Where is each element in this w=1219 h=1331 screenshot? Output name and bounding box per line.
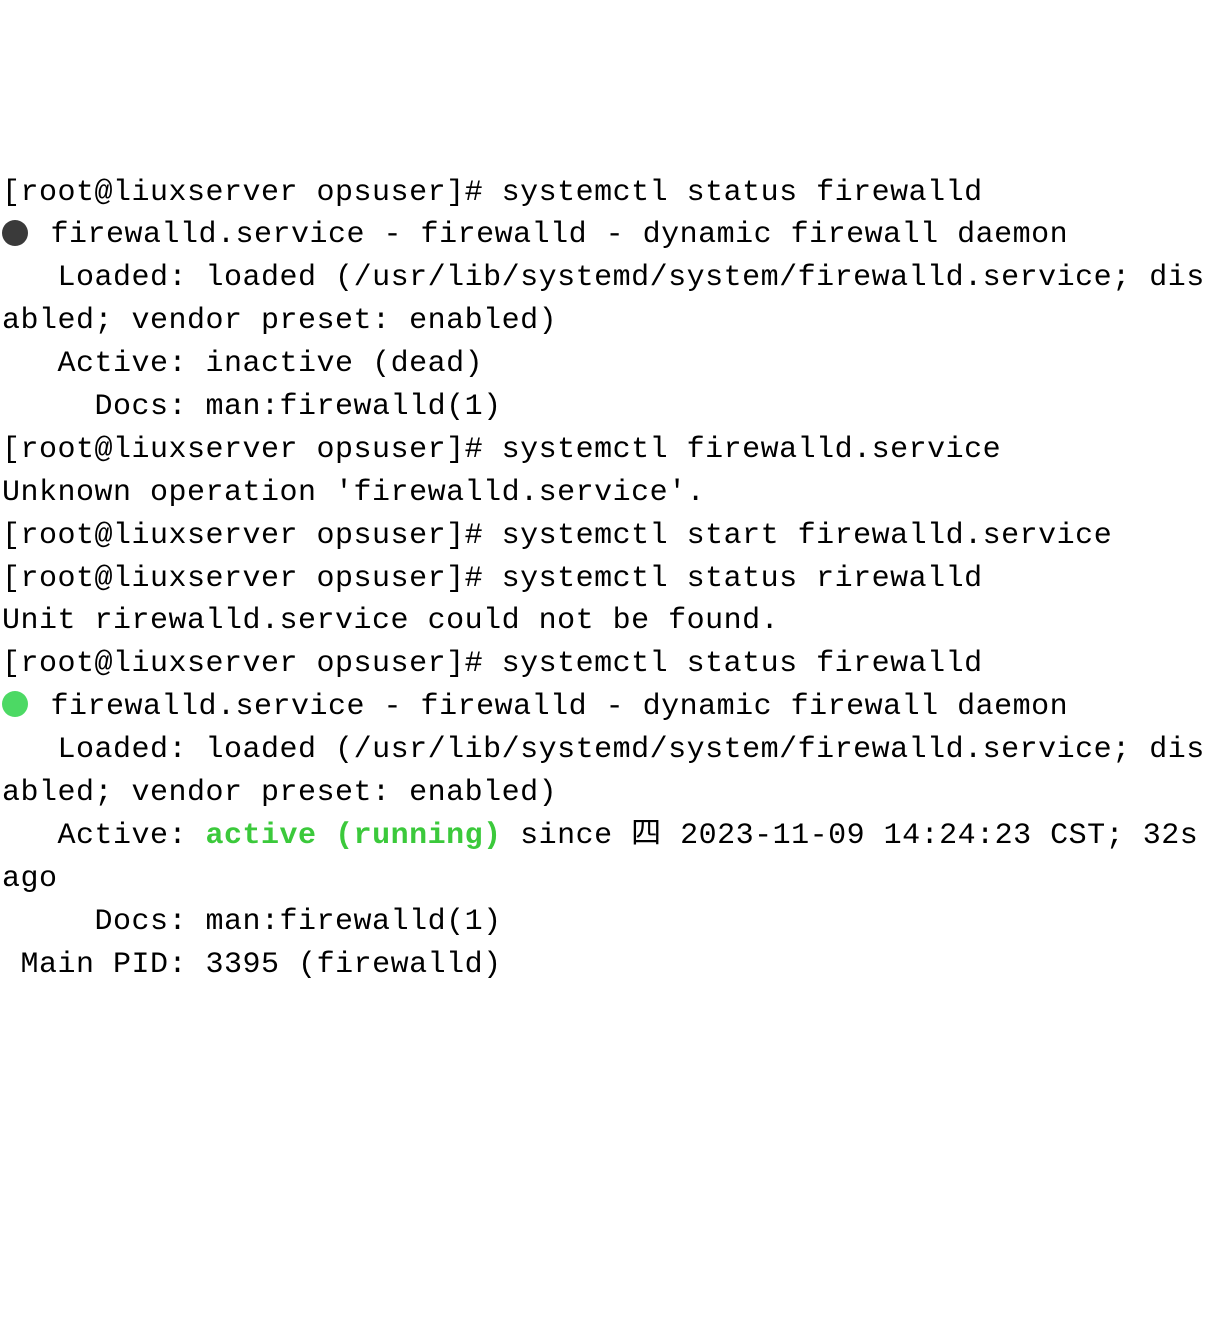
service-title: firewalld.service - firewalld - dynamic … [32, 218, 1068, 252]
shell-prompt: [root@liuxserver opsuser]# [2, 519, 502, 553]
service-title: firewalld.service - firewalld - dynamic … [32, 690, 1068, 724]
command-text: systemctl status firewalld [502, 176, 983, 210]
command-text: systemctl status firewalld [502, 647, 983, 681]
service-header: firewalld.service - firewalld - dynamic … [2, 686, 1217, 729]
error-output: Unknown operation 'firewalld.service'. [2, 472, 1217, 515]
docs-line: Docs: man:firewalld(1) [2, 901, 1217, 944]
prompt-line: [root@liuxserver opsuser]# systemctl sta… [2, 558, 1217, 601]
prompt-line: [root@liuxserver opsuser]# systemctl sta… [2, 643, 1217, 686]
active-label: Active: [2, 819, 206, 853]
shell-prompt: [root@liuxserver opsuser]# [2, 176, 502, 210]
prompt-line: [root@liuxserver opsuser]# systemctl sta… [2, 515, 1217, 558]
status-dot-inactive-icon [2, 220, 28, 246]
command-text: systemctl status rirewalld [502, 562, 983, 596]
service-header: firewalld.service - firewalld - dynamic … [2, 214, 1217, 257]
docs-line: Docs: man:firewalld(1) [2, 386, 1217, 429]
command-text: systemctl firewalld.service [502, 433, 1002, 467]
active-running-status: active (running) [206, 819, 502, 853]
active-line: Active: active (running) since 四 2023-11… [2, 815, 1217, 901]
shell-prompt: [root@liuxserver opsuser]# [2, 433, 502, 467]
loaded-line: Loaded: loaded (/usr/lib/systemd/system/… [2, 729, 1217, 815]
shell-prompt: [root@liuxserver opsuser]# [2, 647, 502, 681]
active-line: Active: inactive (dead) [2, 343, 1217, 386]
prompt-line: [root@liuxserver opsuser]# systemctl sta… [2, 172, 1217, 215]
error-output: Unit rirewalld.service could not be foun… [2, 600, 1217, 643]
prompt-line: [root@liuxserver opsuser]# systemctl fir… [2, 429, 1217, 472]
terminal-output[interactable]: [root@liuxserver opsuser]# systemctl sta… [0, 172, 1219, 1117]
loaded-line: Loaded: loaded (/usr/lib/systemd/system/… [2, 257, 1217, 343]
shell-prompt: [root@liuxserver opsuser]# [2, 562, 502, 596]
command-text: systemctl start firewalld.service [502, 519, 1113, 553]
mainpid-line: Main PID: 3395 (firewalld) [2, 944, 1217, 987]
status-dot-active-icon [2, 691, 28, 717]
